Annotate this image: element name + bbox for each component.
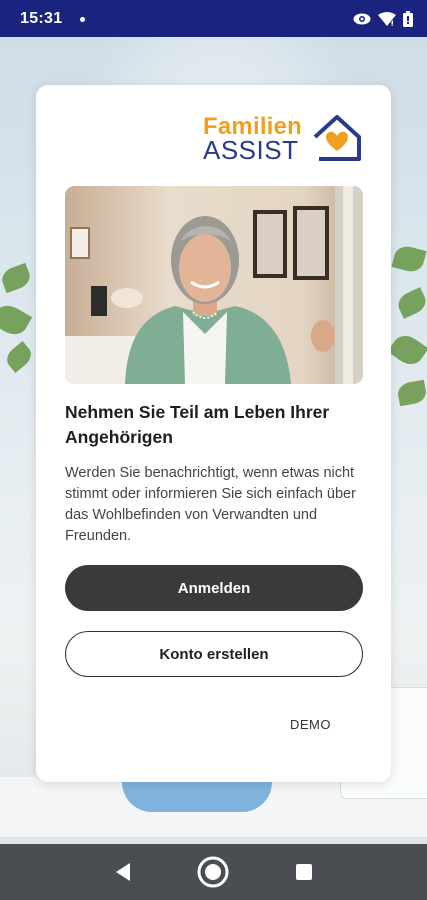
home-icon [197,856,229,888]
navigation-bar [0,844,427,900]
plant-leaf [391,243,427,275]
eye-icon [353,13,371,25]
description-text: Werden Sie benachrichtigt, wenn etwas ni… [65,465,356,544]
status-bar: 15:31 [0,0,427,37]
plant-leaf [387,330,427,370]
plant-leaf [0,300,33,340]
recents-button[interactable] [284,852,324,892]
wifi-icon [378,11,396,26]
recents-icon [295,864,312,880]
plant-leaf [394,287,427,319]
notification-dot-icon [80,16,86,22]
back-button[interactable] [103,852,143,892]
plant-leaf [2,340,36,374]
plant-leaf [396,379,427,407]
demo-link[interactable]: DEMO [290,717,331,732]
house-heart-icon [313,115,361,161]
status-icons [353,10,413,27]
create-account-button[interactable]: Konto erstellen [65,631,363,677]
blue-bowl [122,782,272,812]
familien-assist-logo: Familien ASSIST [203,113,363,165]
headline: Nehmen Sie Teil am Leben Ihrer Angehörig… [65,402,330,447]
logo-text-assist: ASSIST [203,135,299,165]
welcome-card: Familien ASSIST Nehmen Sie Teil am Leben… [36,85,391,782]
battery-icon [403,10,413,27]
home-button[interactable] [193,852,233,892]
status-time: 15:31 [20,9,63,27]
back-icon [116,863,131,881]
login-button[interactable]: Anmelden [65,565,363,611]
hero-photo [65,186,363,384]
plant-leaf [0,262,33,294]
